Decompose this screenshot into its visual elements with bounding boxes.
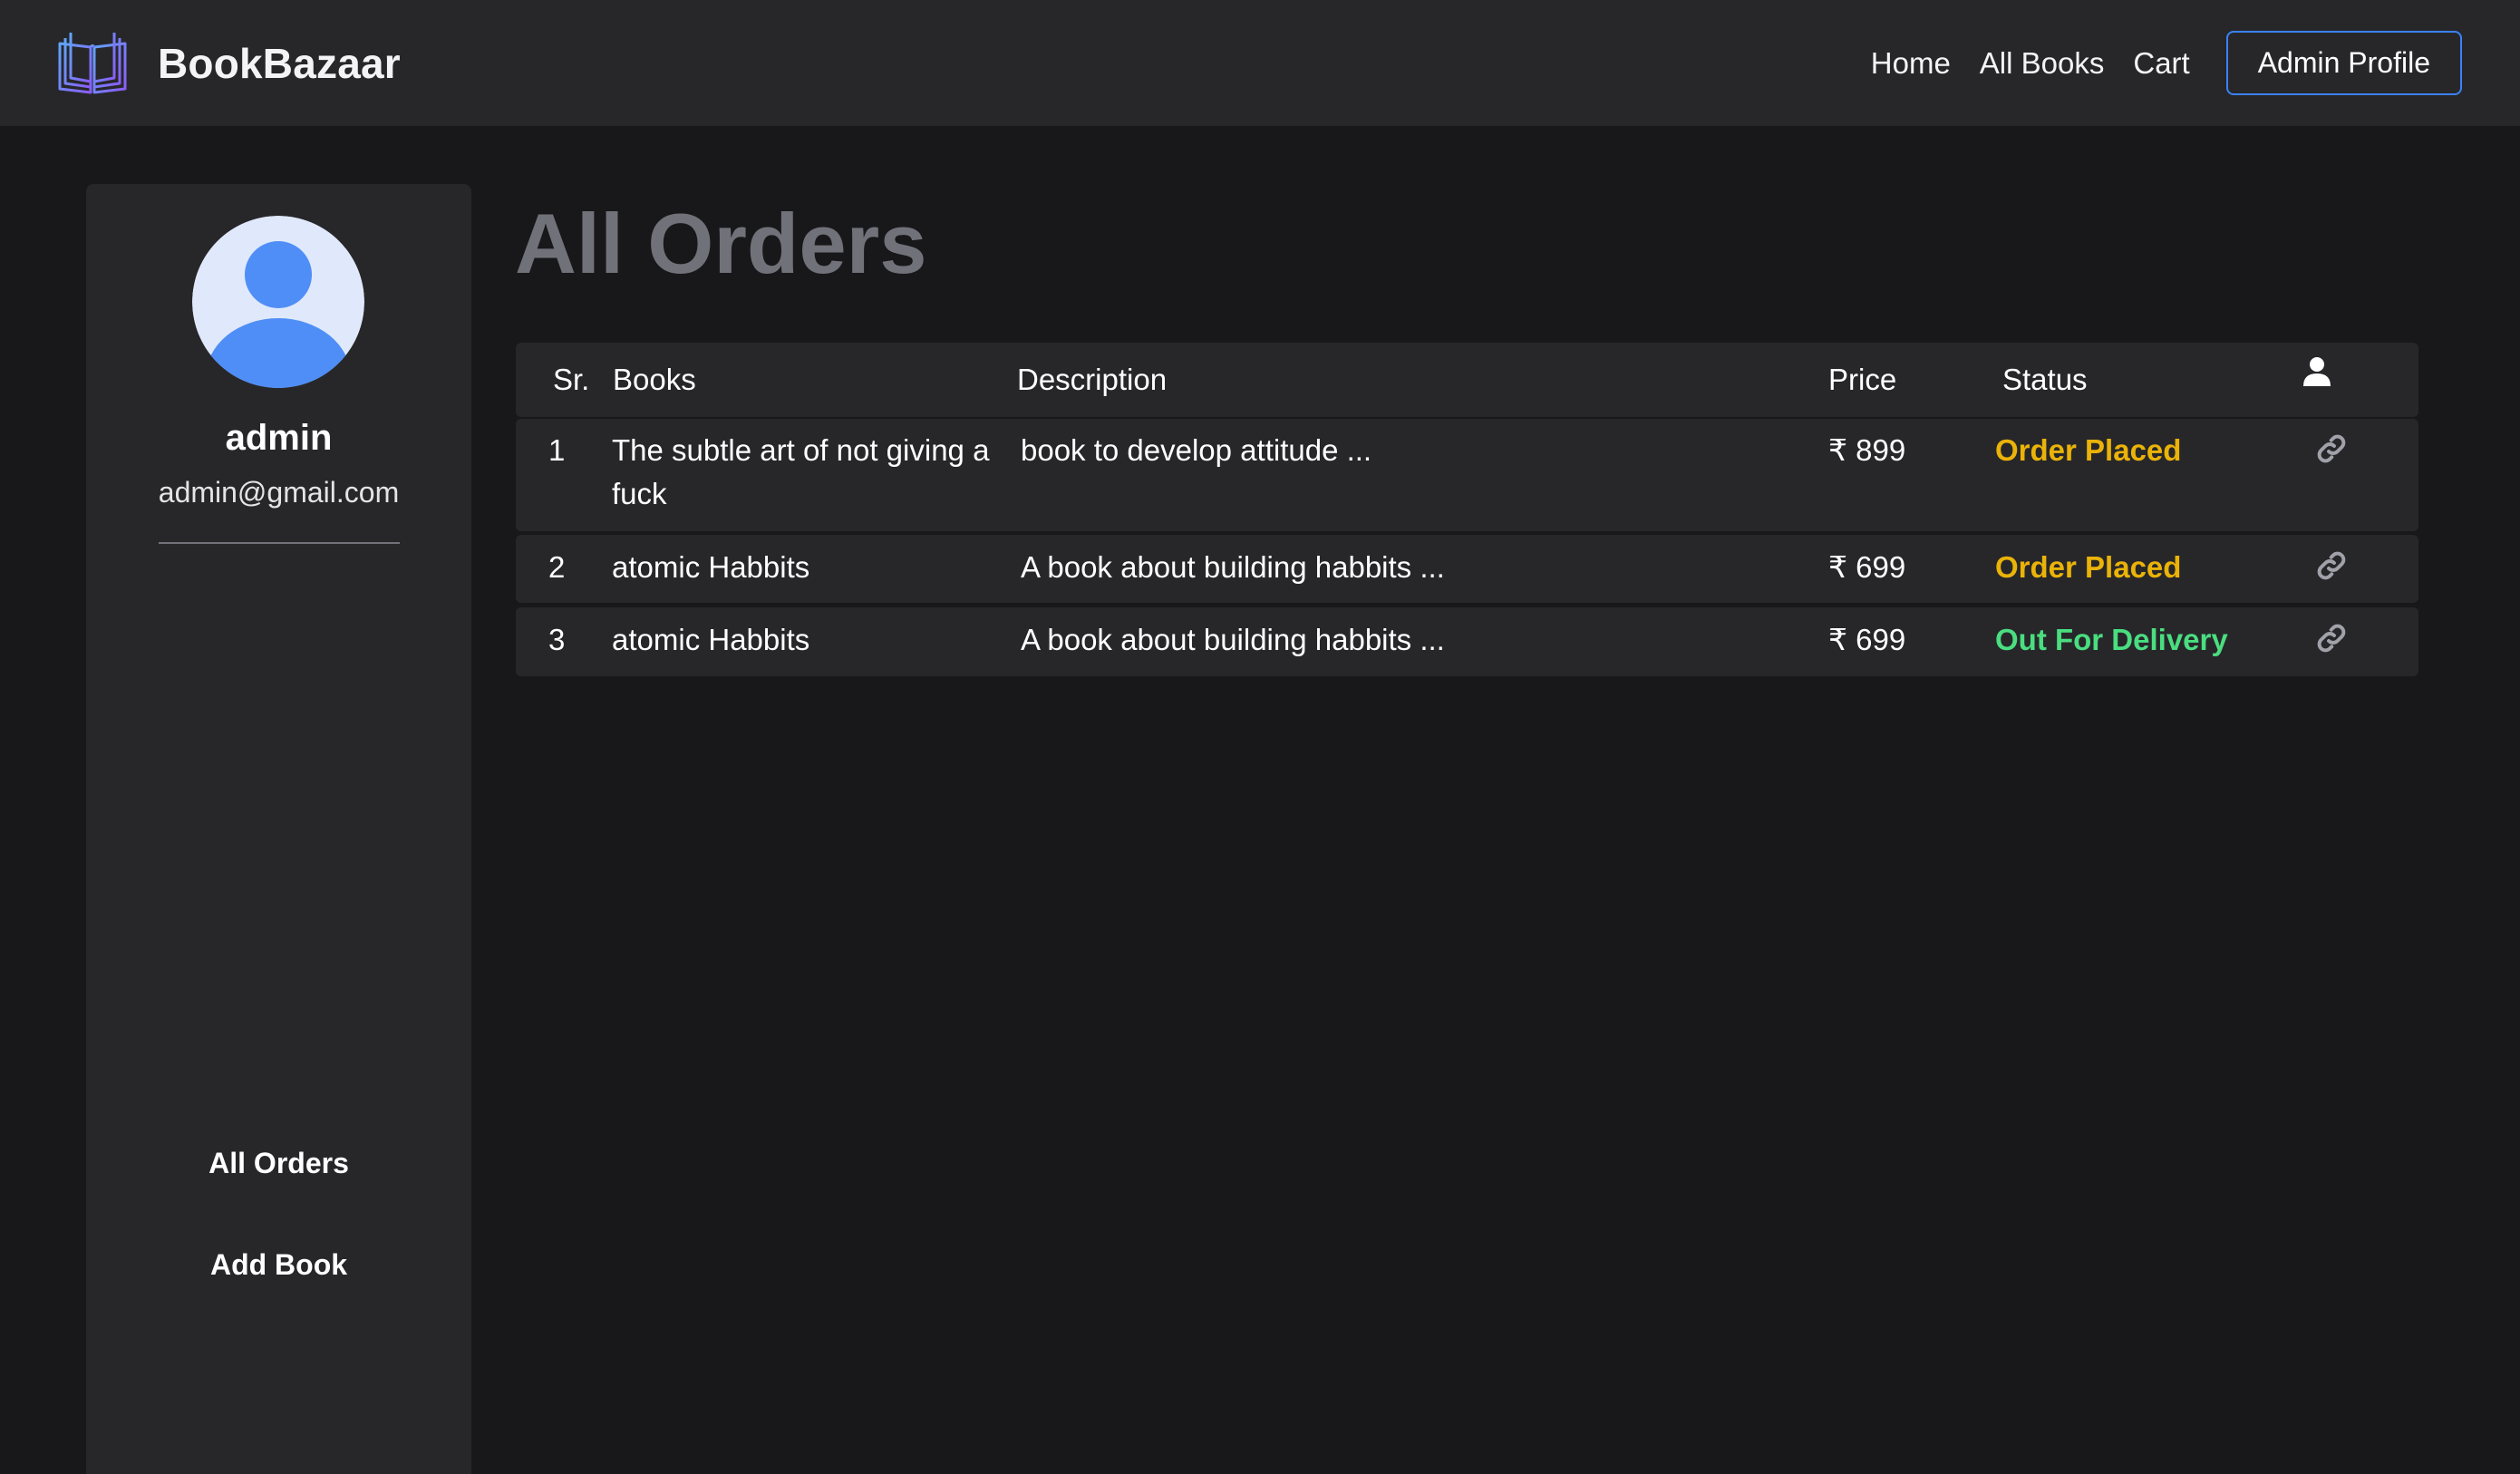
row-status[interactable]: Order Placed xyxy=(1995,546,2181,589)
row-description: A book about building habbits ... xyxy=(1021,550,1445,584)
nav-home-link[interactable]: Home xyxy=(1871,46,1951,81)
row-price: ₹ 699 xyxy=(1828,550,1906,584)
row-sr: 1 xyxy=(548,433,566,467)
row-book-title: atomic Habbits xyxy=(612,623,810,656)
column-header-books: Books xyxy=(613,363,696,396)
brand[interactable]: BookBazaar xyxy=(54,29,401,98)
column-header-status: Status xyxy=(2002,363,2088,396)
page-title: All Orders xyxy=(515,196,927,291)
table-row: 3 atomic Habbits A book about building h… xyxy=(516,607,2418,676)
column-header-description: Description xyxy=(1017,363,1168,396)
book-logo-icon xyxy=(58,32,127,93)
nav-all-books-link[interactable]: All Books xyxy=(1980,46,2105,81)
sidebar-divider xyxy=(159,542,400,544)
row-sr: 2 xyxy=(548,550,566,584)
link-icon[interactable] xyxy=(2315,432,2348,465)
admin-profile-button[interactable]: Admin Profile xyxy=(2225,31,2462,95)
admin-name: admin xyxy=(225,418,333,458)
row-price: ₹ 699 xyxy=(1828,623,1906,656)
avatar-icon xyxy=(192,216,364,388)
row-status[interactable]: Order Placed xyxy=(1995,429,2181,472)
nav-links: Home All Books Cart Admin Profile xyxy=(1871,31,2462,95)
user-icon xyxy=(2303,357,2331,386)
link-icon[interactable] xyxy=(2315,622,2348,655)
row-status[interactable]: Out For Delivery xyxy=(1995,618,2228,662)
row-book-title: atomic Habbits xyxy=(612,550,810,584)
row-price: ₹ 899 xyxy=(1828,433,1906,467)
row-sr: 3 xyxy=(548,623,566,656)
orders-table-header: Sr. Books Description Price Status xyxy=(516,343,2418,417)
nav-cart-link[interactable]: Cart xyxy=(2133,46,2189,81)
table-row: 1 The subtle art of not giving a fuck bo… xyxy=(516,419,2418,531)
row-book-title: The subtle art of not giving a fuck xyxy=(612,433,990,510)
table-row: 2 atomic Habbits A book about building h… xyxy=(516,535,2418,603)
admin-email: admin@gmail.com xyxy=(158,476,400,509)
column-header-sr: Sr. xyxy=(553,363,590,396)
brand-name: BookBazaar xyxy=(158,39,401,87)
column-header-price: Price xyxy=(1828,363,1897,396)
profile-sidebar: admin admin@gmail.com All Orders Add Boo… xyxy=(86,184,471,1474)
row-description: book to develop attitude ... xyxy=(1021,433,1372,467)
sidebar-item-add-book[interactable]: Add Book xyxy=(86,1248,471,1282)
row-description: A book about building habbits ... xyxy=(1021,623,1445,656)
top-navbar: BookBazaar Home All Books Cart Admin Pro… xyxy=(0,0,2520,126)
sidebar-item-all-orders[interactable]: All Orders xyxy=(86,1147,471,1180)
link-icon[interactable] xyxy=(2315,549,2348,582)
